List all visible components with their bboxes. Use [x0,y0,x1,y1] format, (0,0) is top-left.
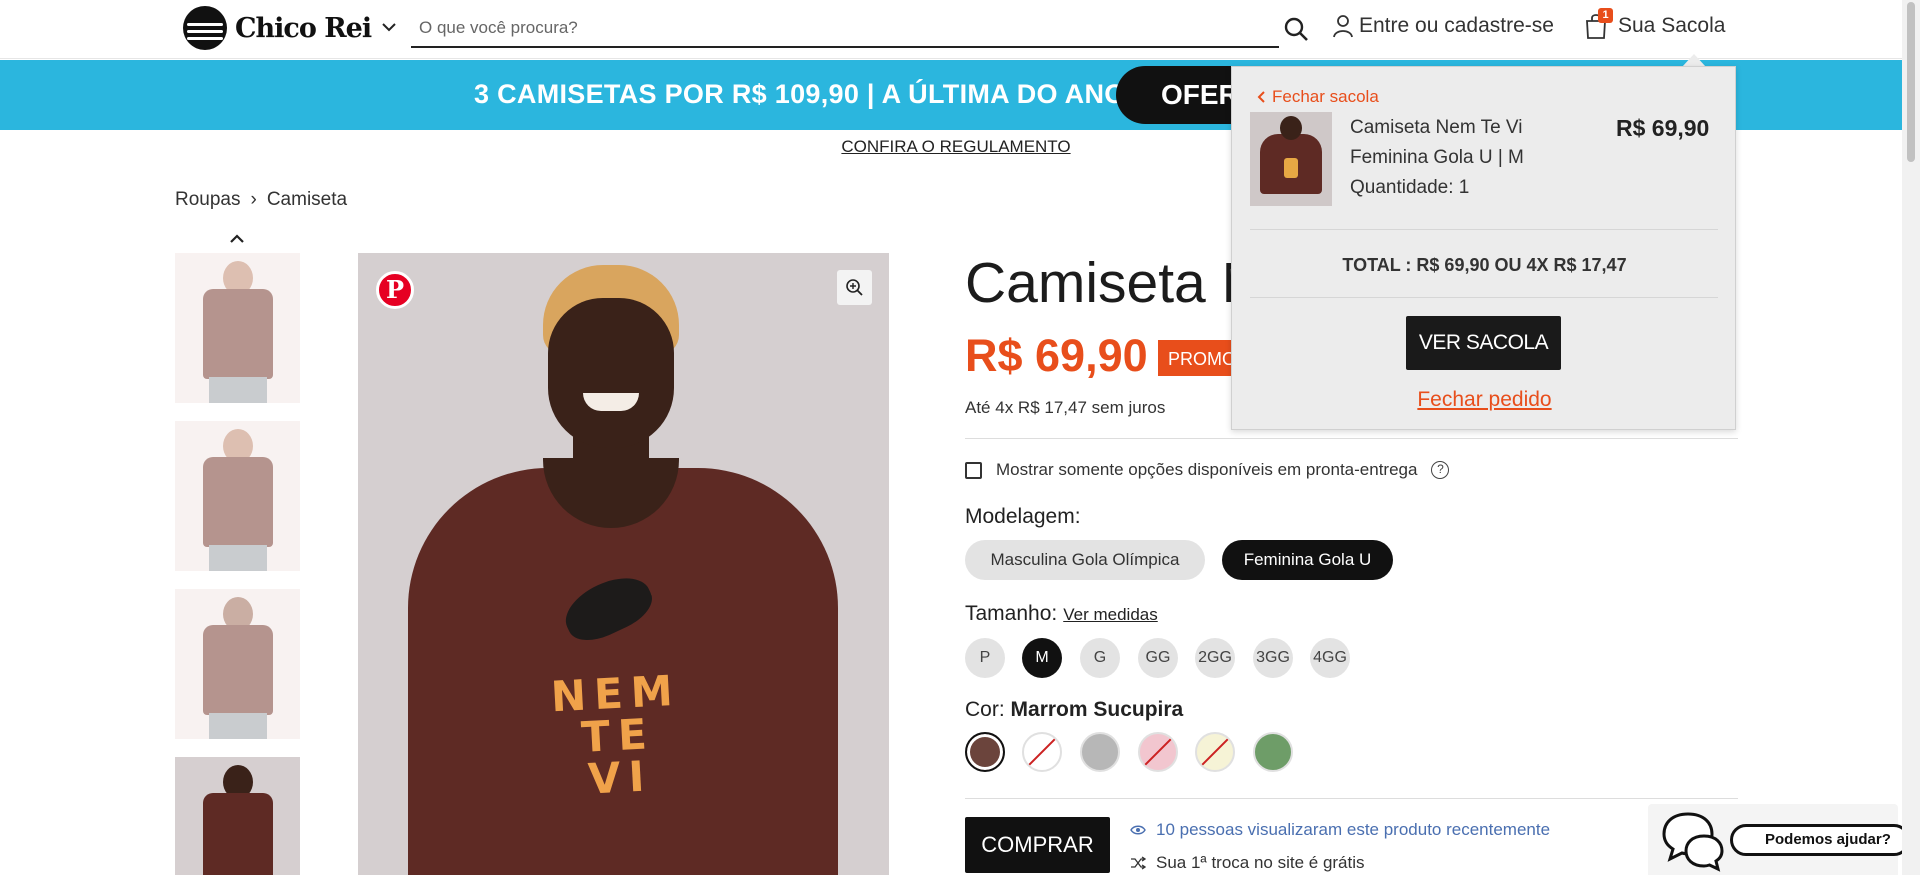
modelagem-option-feminina[interactable]: Feminina Gola U [1222,540,1393,580]
thumbnail-2[interactable] [175,421,300,571]
size-option-4gg[interactable]: 4GG [1310,638,1350,678]
breadcrumb-item-camiseta[interactable]: Camiseta [267,189,347,211]
bag-link[interactable]: 1 Sua Sacola [1584,8,1726,40]
chevron-left-icon [1257,91,1265,103]
product-price: R$ 69,90 [965,330,1148,381]
cor-label: Cor: [965,698,1005,721]
cart-total: TOTAL : R$ 69,90 OU 4X R$ 17,47 [1232,255,1737,276]
account-link[interactable]: Entre ou cadastre-se [1333,14,1554,38]
help-chat-widget[interactable]: Podemos ajudar? [1648,804,1910,875]
thumbnail-3[interactable] [175,589,300,739]
cart-item-details: Camiseta Nem Te Vi Feminina Gola U | M Q… [1350,113,1550,203]
pinterest-icon[interactable]: P [376,271,414,309]
site-header: Chico Rei Entre ou cadastre-se 1 Sua Sac… [0,0,1902,59]
size-option-gg[interactable]: GG [1138,638,1178,678]
account-label: Entre ou cadastre-se [1359,14,1554,37]
viewers-info: 10 pessoas visualizaram este produto rec… [1130,820,1550,840]
divider [965,438,1738,439]
color-swatch-6[interactable] [1253,732,1293,772]
color-swatch-4[interactable] [1138,732,1178,772]
tamanho-row: Tamanho: Ver medidas [965,602,1158,626]
stock-filter-checkbox[interactable] [965,461,982,479]
divider [1250,297,1718,298]
close-order-link[interactable]: Fechar pedido [1232,388,1737,412]
cart-total-value: TOTAL : R$ 69,90 [1342,255,1490,275]
help-chat-label: Podemos ajudar? [1730,824,1910,856]
exchange-text: Sua 1ª troca no site é grátis [1156,853,1365,872]
scrollbar-thumb[interactable] [1907,2,1915,162]
viewers-text: 10 pessoas visualizaram este produto rec… [1156,820,1551,839]
search-input[interactable] [411,10,1279,46]
view-bag-button[interactable]: VER SACOLA [1406,316,1561,370]
thumbnail-4[interactable] [175,757,300,875]
zoom-icon[interactable] [837,270,872,305]
search-bar [411,10,1279,48]
scrollbar[interactable] [1902,0,1920,875]
logo[interactable]: Chico Rei [183,6,372,50]
cart-item-name[interactable]: Camiseta Nem Te Vi [1350,113,1550,143]
product-print-text: NEM TE VI [549,665,682,804]
close-cart-label: Fechar sacola [1272,87,1379,106]
help-icon[interactable]: ? [1431,461,1450,479]
shuffle-icon [1131,856,1146,870]
product-title: Camiseta N [965,251,1263,315]
cart-item-quantity: Quantidade: 1 [1350,177,1470,198]
tamanho-label: Tamanho: [965,602,1058,625]
chevron-down-icon[interactable] [380,18,398,36]
chevron-up-icon[interactable] [226,231,248,247]
breadcrumb-item-roupas[interactable]: Roupas [175,189,241,211]
user-icon [1333,15,1353,38]
size-option-m[interactable]: M [1022,638,1062,678]
product-main-image[interactable]: NEM TE VI P [358,253,889,875]
size-option-2gg[interactable]: 2GG [1195,638,1235,678]
color-swatch-1[interactable] [965,732,1005,772]
modelagem-label: Modelagem: [965,505,1081,528]
size-option-3gg[interactable]: 3GG [1253,638,1293,678]
cart-total-installments: OU 4X R$ 17,47 [1494,255,1627,275]
divider [965,798,1738,799]
logo-mark-icon [183,6,227,50]
buy-button[interactable]: COMPRAR [965,817,1110,873]
cart-popup: Fechar sacola Camiseta Nem Te Vi Feminin… [1231,66,1736,430]
promo-banner-text: 3 CAMISETAS POR R$ 109,90 | A ÚLTIMA DO … [474,79,1135,109]
size-option-p[interactable]: P [965,638,1005,678]
cart-item-price: R$ 69,90 [1616,115,1710,141]
search-icon[interactable] [1283,16,1309,42]
thumbnail-1[interactable] [175,253,300,403]
divider [1250,229,1718,230]
stock-filter-label: Mostrar somente opções disponíveis em pr… [996,460,1418,479]
logo-text: Chico Rei [235,12,372,44]
cart-item-variant: Feminina Gola U | M [1350,147,1524,168]
cart-item-image[interactable] [1250,112,1332,206]
stock-filter: Mostrar somente opções disponíveis em pr… [965,460,1450,480]
bag-icon: 1 [1584,8,1613,40]
color-swatch-3[interactable] [1080,732,1120,772]
eye-icon [1130,825,1146,835]
chat-bubbles-icon [1662,812,1724,872]
cor-selected: Marrom Sucupira [1010,698,1184,721]
size-option-g[interactable]: G [1080,638,1120,678]
cor-row: Cor: Marrom Sucupira [965,698,1183,722]
exchange-info: Sua 1ª troca no site é grátis [1130,853,1365,873]
bag-label: Sua Sacola [1618,14,1726,37]
color-swatch-2[interactable] [1022,732,1062,772]
measures-link[interactable]: Ver medidas [1063,605,1158,624]
bag-count-badge: 1 [1598,8,1613,23]
breadcrumb: Roupas › Camiseta [175,189,347,211]
color-swatch-5[interactable] [1195,732,1235,772]
installments-text: Até 4x R$ 17,47 sem juros [965,398,1166,417]
modelagem-option-masculina[interactable]: Masculina Gola Olímpica [965,540,1205,580]
breadcrumb-separator: › [250,189,257,210]
close-cart-button[interactable]: Fechar sacola [1256,87,1379,107]
